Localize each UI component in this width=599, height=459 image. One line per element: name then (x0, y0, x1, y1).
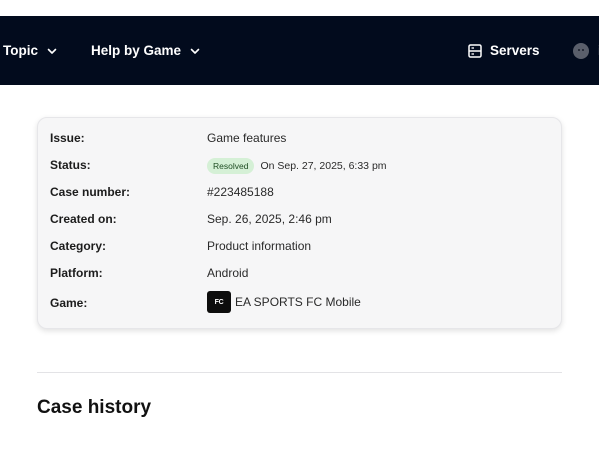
section-divider (37, 372, 562, 373)
case-number-label: Case number: (50, 185, 131, 199)
status-date: On Sep. 27, 2025, 6:33 pm (260, 160, 387, 172)
created-on-value: Sep. 26, 2025, 2:46 pm (207, 212, 332, 226)
status-badge: Resolved (207, 158, 255, 174)
game-row: Game: FC EA SPORTS FC Mobile (38, 291, 561, 313)
avatar-icon (573, 42, 589, 59)
chevron-down-icon (47, 48, 57, 54)
category-row: Category: Product information (38, 236, 561, 256)
status-value: Resolved On Sep. 27, 2025, 6:33 pm (207, 158, 387, 174)
game-name: EA SPORTS FC Mobile (235, 295, 361, 309)
case-history-title: Case history (37, 397, 152, 418)
category-value: Product information (207, 239, 312, 253)
issue-row: Issue: Game features (38, 128, 561, 148)
nav-topic-label: Topic (3, 43, 38, 58)
nav-topic[interactable]: Topic (3, 16, 57, 85)
status-label: Status: (50, 158, 91, 172)
fc-logo-icon: FC (207, 291, 231, 313)
platform-row: Platform: Android (38, 263, 561, 283)
created-on-row: Created on: Sep. 26, 2025, 2:46 pm (38, 209, 561, 229)
chevron-down-icon (190, 48, 200, 54)
nav-servers-label: Servers (490, 43, 540, 58)
platform-label: Platform: (50, 266, 103, 280)
nav-servers[interactable]: Servers (468, 16, 540, 85)
case-details-card: Issue: Game features Status: Resolved On… (37, 117, 562, 329)
created-on-label: Created on: (50, 212, 117, 226)
game-value: FC EA SPORTS FC Mobile (207, 291, 361, 313)
category-label: Category: (50, 239, 107, 253)
servers-icon (468, 43, 482, 58)
issue-value: Game features (207, 131, 287, 145)
platform-value: Android (207, 266, 249, 280)
top-navbar: Topic Help by Game Servers i (0, 16, 599, 85)
nav-account[interactable]: i (573, 16, 599, 85)
case-number-row: Case number: #223485188 (38, 182, 561, 202)
top-strip (0, 0, 599, 16)
issue-label: Issue: (50, 131, 85, 145)
game-label: Game: (50, 296, 88, 310)
nav-help-by-game-label: Help by Game (91, 43, 182, 58)
status-row: Status: Resolved On Sep. 27, 2025, 6:33 … (38, 155, 561, 175)
case-number-value: #223485188 (207, 185, 274, 199)
nav-help-by-game[interactable]: Help by Game (91, 16, 200, 85)
